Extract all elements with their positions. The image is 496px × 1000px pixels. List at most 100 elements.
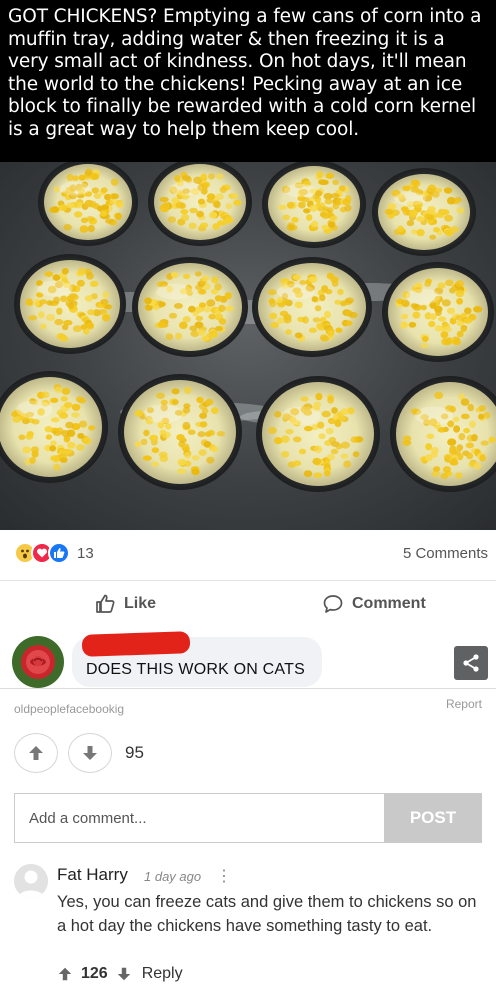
corn-kernel: [349, 311, 358, 319]
corn-kernel: [25, 298, 33, 306]
user-avatar-icon[interactable]: [14, 864, 48, 898]
corn-kernel: [191, 455, 200, 461]
corn-kernel: [324, 311, 331, 319]
corn-kernel: [311, 220, 319, 228]
corn-kernel: [324, 470, 331, 477]
comment-vote-bar: 126 Reply: [57, 965, 183, 983]
share-button[interactable]: [454, 646, 488, 680]
corn-kernel: [177, 458, 187, 466]
comment-button[interactable]: Comment: [322, 593, 426, 615]
corn-kernel: [444, 453, 452, 461]
post-button[interactable]: POST: [384, 793, 482, 843]
corn-kernel: [347, 407, 355, 415]
more-options-icon[interactable]: ⋮: [216, 866, 232, 886]
corn-kernel: [344, 204, 352, 212]
arrow-down-icon: [83, 746, 97, 760]
corn-kernel: [72, 325, 82, 333]
downvote-button[interactable]: [68, 733, 112, 773]
corn-kernel: [400, 321, 408, 329]
corn-kernel: [319, 211, 327, 218]
corn-kernel: [187, 429, 196, 435]
corn-kernel: [460, 398, 470, 406]
ice-shine: [414, 406, 453, 426]
comment-upvote-icon[interactable]: [57, 966, 73, 982]
corn-kernel: [352, 451, 360, 458]
corn-kernel: [313, 472, 323, 478]
corn-kernel: [50, 440, 57, 446]
add-comment-input[interactable]: Add a comment...: [14, 793, 384, 843]
corn-kernel: [488, 436, 496, 444]
corn-kernel: [408, 209, 418, 217]
corn-kernel: [453, 416, 460, 423]
corn-kernel: [188, 222, 197, 229]
corn-kernel: [82, 437, 92, 445]
corn-kernel: [56, 307, 63, 315]
corn-kernel: [218, 304, 226, 312]
corn-kernel: [302, 316, 309, 324]
corn-kernel: [480, 440, 489, 446]
report-link[interactable]: Report: [446, 697, 482, 711]
corn-kernel: [384, 208, 394, 215]
like-button[interactable]: Like: [94, 593, 156, 615]
corn-kernel: [110, 178, 119, 186]
corn-kernel: [74, 211, 83, 218]
corn-kernel: [283, 313, 292, 321]
corn-kernel: [319, 294, 326, 302]
comment-bubble: DOES THIS WORK ON CATS: [72, 631, 322, 687]
corn-kernel: [274, 411, 282, 418]
comment-downvote-icon[interactable]: [116, 966, 132, 982]
comments-count[interactable]: 5 Comments: [403, 545, 488, 562]
corn-kernel: [447, 438, 457, 446]
corn-kernel: [432, 466, 441, 472]
corn-kernel: [199, 421, 208, 428]
corn-kernel: [64, 402, 73, 408]
corn-kernel: [79, 225, 89, 233]
corn-kernel: [400, 313, 409, 320]
corn-kernel: [75, 444, 85, 451]
corn-kernel: [292, 274, 302, 281]
corn-kernel: [403, 435, 412, 442]
corn-kernel: [88, 425, 96, 431]
corn-kernel: [402, 208, 410, 216]
corn-kernel: [65, 421, 74, 429]
corn-kernel: [276, 297, 284, 304]
corn-kernel: [321, 224, 329, 230]
corn-kernel: [306, 214, 313, 221]
corn-kernel: [87, 224, 95, 233]
corn-kernel: [224, 292, 232, 300]
corn-kernel: [291, 216, 299, 223]
corn-kernel: [197, 431, 206, 438]
corn-kernel: [197, 198, 206, 205]
corn-kernel: [87, 322, 94, 330]
reply-button[interactable]: Reply: [142, 965, 183, 983]
corn-kernel: [350, 436, 359, 444]
corn-kernel: [345, 194, 352, 203]
corn-kernel: [270, 321, 279, 329]
corn-kernel: [285, 428, 294, 435]
corn-kernel: [156, 392, 165, 399]
corn-kernel: [214, 325, 223, 332]
corn-kernel: [479, 454, 486, 462]
user-name[interactable]: Fat Harry: [57, 865, 128, 885]
corn-kernel: [171, 388, 180, 395]
corn-kernel: [165, 423, 172, 430]
corn-kernel: [345, 320, 353, 326]
corn-kernel: [340, 453, 349, 459]
corn-kernel: [425, 454, 433, 462]
corn-kernel: [61, 267, 69, 275]
corn-kernel: [199, 412, 208, 419]
corn-kernel: [331, 407, 338, 414]
corn-kernel: [449, 460, 459, 466]
corn-kernel: [102, 291, 109, 299]
commenter-avatar[interactable]: [12, 636, 64, 688]
source-credit[interactable]: oldpeoplefacebookig: [14, 702, 124, 716]
facebook-comment: DOES THIS WORK ON CATS: [0, 628, 496, 688]
reactions-summary[interactable]: 13: [14, 542, 94, 564]
ice-shine: [37, 280, 73, 297]
corn-kernel: [300, 396, 309, 402]
upvote-button[interactable]: [14, 733, 58, 773]
corn-kernel: [76, 279, 85, 287]
corn-kernel: [294, 332, 303, 339]
corn-kernel: [337, 288, 344, 296]
corn-kernel: [54, 386, 63, 393]
